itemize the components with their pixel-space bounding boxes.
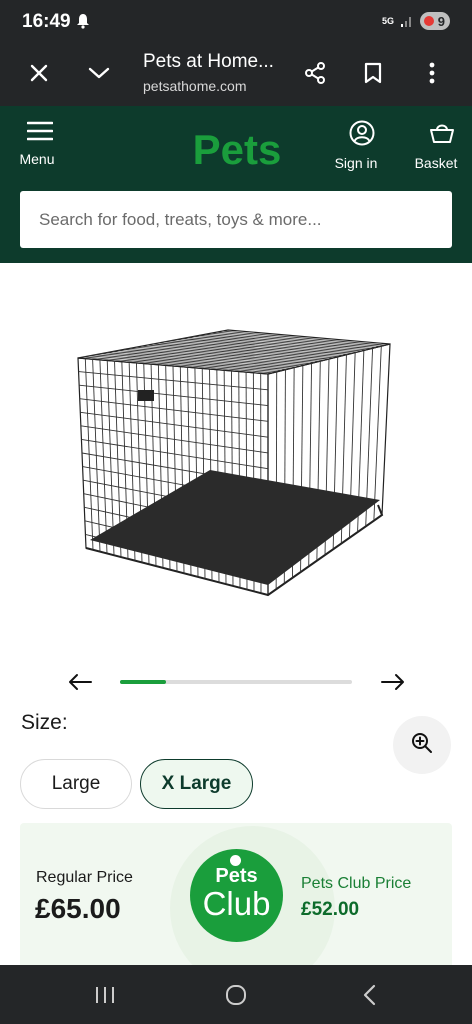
price-card: Pets Club Regular Price £65.00 Pets Club… <box>20 823 452 973</box>
size-label: Size: <box>21 711 68 734</box>
basket-button[interactable]: Basket <box>411 120 461 171</box>
club-price: £52.00 <box>301 899 360 920</box>
regular-price-label: Regular Price <box>36 869 133 886</box>
battery-low-indicator <box>424 16 434 26</box>
share-icon[interactable] <box>300 58 330 88</box>
sign-in-label: Sign in <box>334 155 378 171</box>
status-time: 16:49 <box>22 11 71 32</box>
product-image[interactable] <box>60 310 410 610</box>
logo-text: Pets <box>193 126 282 173</box>
status-icons: 5G 9 <box>382 12 450 30</box>
browser-toolbar: Pets at Home... petsathome.com <box>0 44 472 106</box>
next-image-arrow-icon[interactable] <box>380 670 406 694</box>
hamburger-icon <box>23 120 57 147</box>
club-price-label: Pets Club Price <box>301 875 412 892</box>
notification-bell-icon <box>76 13 90 29</box>
club-logo-club: Club <box>202 885 271 922</box>
more-options-icon[interactable] <box>417 58 447 88</box>
network-type: 5G <box>382 15 395 26</box>
carousel-progress <box>120 680 352 684</box>
zoom-button[interactable] <box>393 716 451 774</box>
regular-price: £65.00 <box>35 893 121 924</box>
dog-crate-image <box>77 329 391 597</box>
close-icon[interactable] <box>24 58 54 88</box>
battery-level: 9 <box>437 13 445 29</box>
recent-apps-icon[interactable] <box>92 982 118 1008</box>
sign-in-button[interactable]: Sign in <box>331 120 381 171</box>
carousel-progress-fill <box>120 680 167 684</box>
status-bar: 16:49 5G 9 <box>0 0 472 44</box>
zoom-in-icon <box>410 731 434 760</box>
menu-button[interactable]: Menu <box>17 120 57 167</box>
system-nav-bar <box>0 965 472 1024</box>
bookmark-icon[interactable] <box>358 58 388 88</box>
search-bar <box>20 191 452 248</box>
previous-image-arrow-icon[interactable] <box>67 670 93 694</box>
home-icon[interactable] <box>223 982 249 1008</box>
size-option-x-large[interactable]: X Large <box>140 759 253 809</box>
back-icon[interactable] <box>357 982 383 1008</box>
page: 16:49 5G 9 Pets at Home... petsathome.co… <box>0 0 472 1024</box>
page-url[interactable]: petsathome.com <box>143 78 247 94</box>
user-icon <box>343 120 381 151</box>
chevron-down-icon[interactable] <box>84 58 114 88</box>
search-input[interactable] <box>20 191 452 248</box>
basket-icon <box>423 120 461 151</box>
size-option-large[interactable]: Large <box>20 759 132 809</box>
page-title: Pets at Home... <box>143 51 274 72</box>
pets-club-logo: Pets Club <box>190 849 283 942</box>
menu-label: Menu <box>19 151 55 167</box>
basket-label: Basket <box>414 155 458 171</box>
pets-logo[interactable]: Pets <box>186 124 288 174</box>
battery-icon: 9 <box>420 12 450 30</box>
signal-icon <box>400 14 414 28</box>
site-header: Menu Pets Sign in Basket <box>0 106 472 263</box>
